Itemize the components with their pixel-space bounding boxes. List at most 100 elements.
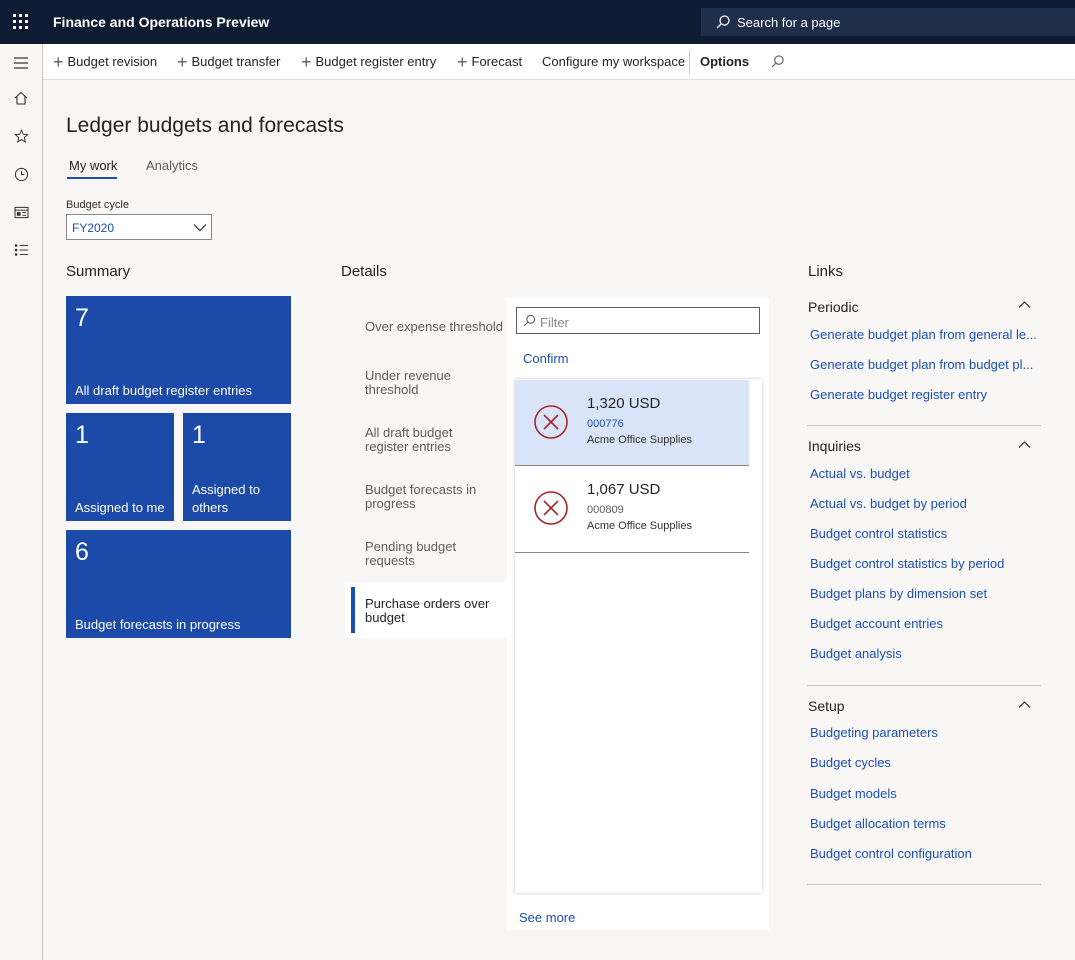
budget-transfer-button[interactable]: + Budget transfer	[177, 51, 281, 72]
left-navigation	[0, 44, 43, 960]
link-budget-control-statistics[interactable]: Budget control statistics	[810, 526, 947, 541]
details-item-over-expense[interactable]: Over expense threshold	[365, 320, 505, 334]
link-actual-vs-budget[interactable]: Actual vs. budget	[810, 466, 910, 481]
tile-count: 6	[75, 538, 89, 566]
details-selected-indicator	[351, 587, 355, 633]
action-pane: + Budget revision + Budget transfer + Bu…	[43, 44, 1075, 80]
chevron-up-icon[interactable]	[1018, 700, 1031, 709]
amount: 1,067 USD	[587, 481, 661, 498]
top-bar: Finance and Operations Preview Search fo…	[0, 0, 1075, 44]
options-tab[interactable]: Options	[700, 54, 749, 69]
tab-selected-indicator	[67, 177, 117, 179]
tile-budget-forecasts[interactable]: 6 Budget forecasts in progress	[66, 530, 291, 638]
page-title: Ledger budgets and forecasts	[66, 114, 344, 137]
tile-assigned-to-others[interactable]: 1 Assigned to others	[183, 413, 291, 521]
plus-icon: +	[301, 51, 312, 72]
workspace-icon[interactable]	[12, 203, 30, 221]
details-item-under-revenue[interactable]: Under revenue threshold	[365, 369, 465, 397]
search-icon	[716, 15, 730, 29]
chevron-down-icon	[193, 224, 207, 232]
configure-workspace-label: Configure my workspace	[542, 54, 686, 69]
tile-label: Assigned to me	[75, 500, 165, 515]
link-budgeting-parameters[interactable]: Budgeting parameters	[810, 725, 938, 740]
action-divider	[689, 50, 690, 74]
configure-workspace-button[interactable]: Configure my workspace	[542, 54, 685, 69]
link-budget-analysis[interactable]: Budget analysis	[810, 646, 902, 661]
budget-revision-button[interactable]: + Budget revision	[53, 51, 158, 72]
chevron-up-icon[interactable]	[1018, 300, 1031, 309]
links-group-inquiries[interactable]: Inquiries	[808, 438, 861, 454]
options-label: Options	[700, 54, 750, 69]
tile-all-draft-entries[interactable]: 7 All draft budget register entries	[66, 296, 291, 404]
search-placeholder: Search for a page	[737, 15, 841, 30]
tile-count: 7	[75, 304, 89, 332]
confirm-button[interactable]: Confirm	[523, 351, 569, 366]
link-generate-budget-register-entry[interactable]: Generate budget register entry	[810, 387, 987, 402]
links-divider	[807, 685, 1041, 686]
tab-my-work[interactable]: My work	[69, 158, 117, 173]
list-item[interactable]: 1,067 USD 000809 Acme Office Supplies	[515, 466, 749, 553]
action-search-icon[interactable]	[770, 54, 785, 69]
budget-cycle-label: Budget cycle	[66, 199, 129, 211]
link-actual-vs-budget-period[interactable]: Actual vs. budget by period	[810, 496, 967, 511]
star-icon[interactable]	[12, 127, 30, 145]
clock-icon[interactable]	[12, 165, 30, 183]
forecast-label: Forecast	[471, 54, 523, 69]
error-icon	[534, 491, 568, 525]
details-heading: Details	[341, 263, 387, 280]
page-search-box[interactable]: Search for a page	[701, 8, 1075, 36]
list-icon[interactable]	[12, 241, 30, 259]
details-item-forecasts[interactable]: Budget forecasts in progress	[365, 483, 485, 511]
search-icon	[523, 314, 536, 327]
link-budget-control-statistics-period[interactable]: Budget control statistics by period	[810, 556, 1004, 571]
details-item-pending-requests[interactable]: Pending budget requests	[365, 540, 465, 568]
plus-icon: +	[53, 51, 64, 72]
details-item-purchase-orders[interactable]: Purchase orders over budget	[365, 597, 490, 625]
vendor-name: Acme Office Supplies	[587, 520, 692, 532]
link-budget-cycles[interactable]: Budget cycles	[810, 755, 891, 770]
tile-label: Assigned to others	[192, 482, 260, 515]
error-icon	[534, 405, 568, 439]
app-title[interactable]: Finance and Operations Preview	[53, 14, 269, 30]
link-budget-plans-dimension-set[interactable]: Budget plans by dimension set	[810, 586, 987, 601]
amount: 1,320 USD	[587, 395, 661, 412]
list-item[interactable]: 1,320 USD 000776 Acme Office Supplies	[515, 380, 749, 466]
app-launcher-icon[interactable]	[13, 14, 28, 29]
details-item-all-draft[interactable]: All draft budget register entries	[365, 426, 465, 454]
purchase-order-number: 000809	[587, 504, 624, 516]
budget-cycle-select[interactable]: FY2020	[66, 214, 212, 240]
chevron-up-icon[interactable]	[1018, 440, 1031, 449]
purchase-order-link[interactable]: 000776	[587, 418, 624, 430]
tab-analytics[interactable]: Analytics	[146, 158, 198, 173]
see-more-link[interactable]: See more	[519, 910, 575, 925]
links-group-setup[interactable]: Setup	[808, 698, 845, 714]
hamburger-icon[interactable]	[12, 54, 30, 72]
vendor-name: Acme Office Supplies	[587, 434, 692, 446]
summary-heading: Summary	[66, 263, 131, 280]
budget-cycle-value: FY2020	[72, 221, 115, 235]
plus-icon: +	[177, 51, 188, 72]
link-budget-models[interactable]: Budget models	[810, 786, 897, 801]
forecast-button[interactable]: + Forecast	[457, 51, 523, 72]
filter-placeholder: Filter	[540, 315, 569, 330]
budget-register-entry-button[interactable]: + Budget register entry	[301, 51, 437, 72]
plus-icon: +	[457, 51, 468, 72]
budget-transfer-label: Budget transfer	[191, 54, 281, 69]
tile-assigned-to-me[interactable]: 1 Assigned to me	[66, 413, 174, 521]
tile-label: Budget forecasts in progress	[75, 617, 241, 632]
tile-count: 1	[75, 421, 89, 449]
links-divider	[807, 884, 1041, 885]
filter-input[interactable]: Filter	[516, 307, 760, 334]
link-budget-allocation-terms[interactable]: Budget allocation terms	[810, 816, 946, 831]
links-divider	[807, 425, 1041, 426]
home-icon[interactable]	[12, 89, 30, 107]
link-generate-budget-plan-gl[interactable]: Generate budget plan from general le...	[810, 327, 1037, 342]
tile-label: All draft budget register entries	[75, 383, 253, 398]
links-heading: Links	[808, 263, 844, 280]
budget-revision-label: Budget revision	[67, 54, 158, 69]
link-budget-account-entries[interactable]: Budget account entries	[810, 616, 943, 631]
link-budget-control-configuration[interactable]: Budget control configuration	[810, 846, 972, 861]
links-group-periodic[interactable]: Periodic	[808, 299, 859, 315]
link-generate-budget-plan-bp[interactable]: Generate budget plan from budget pl...	[810, 357, 1033, 372]
budget-register-entry-label: Budget register entry	[315, 54, 437, 69]
